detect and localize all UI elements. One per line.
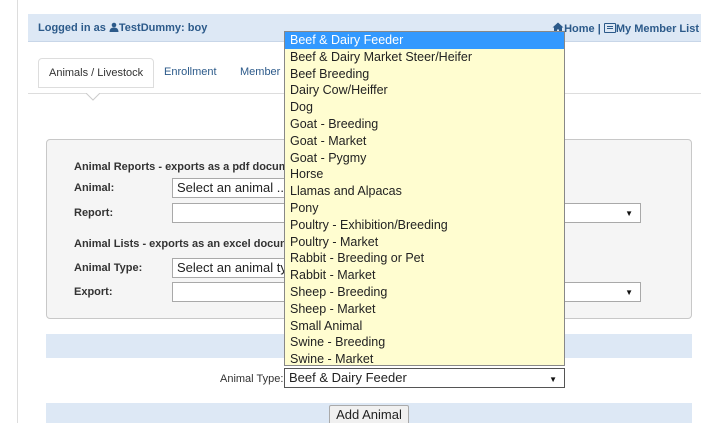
animal-type-label: Animal Type: <box>74 262 143 274</box>
dropdown-option[interactable]: Horse <box>285 166 564 183</box>
member-list-icon <box>603 23 616 33</box>
animal-reports-title: Animal Reports - exports as a pdf docume… <box>74 161 302 173</box>
dropdown-option[interactable]: Rabbit - Breeding or Pet <box>285 250 564 267</box>
animal-lists-title: Animal Lists - exports as an excel docum… <box>74 238 303 250</box>
dropdown-option[interactable]: Beef & Dairy Feeder <box>285 32 564 49</box>
dropdown-option[interactable]: Goat - Market <box>285 133 564 150</box>
dropdown-option[interactable]: Goat - Pygmy <box>285 150 564 167</box>
user-icon <box>109 22 119 32</box>
dropdown-option[interactable]: Goat - Breeding <box>285 116 564 133</box>
animal-type-select-value: Select an animal ty <box>177 260 287 275</box>
dropdown-option[interactable]: Swine - Breeding <box>285 334 564 351</box>
animal-type-dropdown-list[interactable]: Beef & Dairy Feeder Beef & Dairy Market S… <box>284 31 565 366</box>
add-animal-button[interactable]: Add Animal <box>329 405 409 423</box>
home-link[interactable]: Home <box>564 23 595 35</box>
login-info: Logged in as TestDummy: boy <box>38 22 207 34</box>
add-animal-type-value: Beef & Dairy Feeder <box>289 370 407 385</box>
export-label: Export: <box>74 286 113 298</box>
dropdown-option[interactable]: Poultry - Market <box>285 234 564 251</box>
add-animal-type-arrow-icon: ▼ <box>549 375 557 384</box>
header-separator: | <box>597 23 601 35</box>
add-animal-type-select[interactable]: Beef & Dairy Feeder ▼ <box>284 368 565 388</box>
tab-enrollment[interactable]: Enrollment <box>154 58 227 88</box>
active-tab-notch <box>86 93 100 101</box>
dropdown-option[interactable]: Dog <box>285 99 564 116</box>
add-animal-type-label: Animal Type: <box>220 373 284 385</box>
animal-select-value: Select an animal ... <box>177 180 288 195</box>
animal-label: Animal: <box>74 182 115 194</box>
dropdown-option[interactable]: Beef Breeding <box>285 66 564 83</box>
dropdown-option[interactable]: Swine - Market <box>285 351 564 365</box>
dropdown-option[interactable]: Sheep - Breeding <box>285 284 564 301</box>
export-dropdown-arrow-icon: ▼ <box>625 288 633 297</box>
left-border-line <box>17 0 18 423</box>
logged-in-prefix: Logged in as <box>38 22 106 34</box>
member-list-link[interactable]: My Member List <box>616 23 699 35</box>
report-label: Report: <box>74 207 114 219</box>
dropdown-option[interactable]: Sheep - Market <box>285 301 564 318</box>
dropdown-option[interactable]: Beef & Dairy Market Steer/Heifer <box>285 49 564 66</box>
username: TestDummy: boy <box>118 22 208 34</box>
dropdown-option[interactable]: Small Animal <box>285 318 564 335</box>
report-dropdown-arrow-icon: ▼ <box>625 209 633 218</box>
header-links: Home | My Member List <box>552 22 699 35</box>
tab-member[interactable]: Member <box>230 58 290 88</box>
tab-animals-livestock[interactable]: Animals / Livestock <box>38 58 155 88</box>
dropdown-option[interactable]: Poultry - Exhibition/Breeding <box>285 217 564 234</box>
dropdown-option[interactable]: Llamas and Alpacas <box>285 183 564 200</box>
dropdown-option[interactable]: Pony <box>285 200 564 217</box>
dropdown-option[interactable]: Dairy Cow/Heiffer <box>285 82 564 99</box>
dropdown-option[interactable]: Rabbit - Market <box>285 267 564 284</box>
